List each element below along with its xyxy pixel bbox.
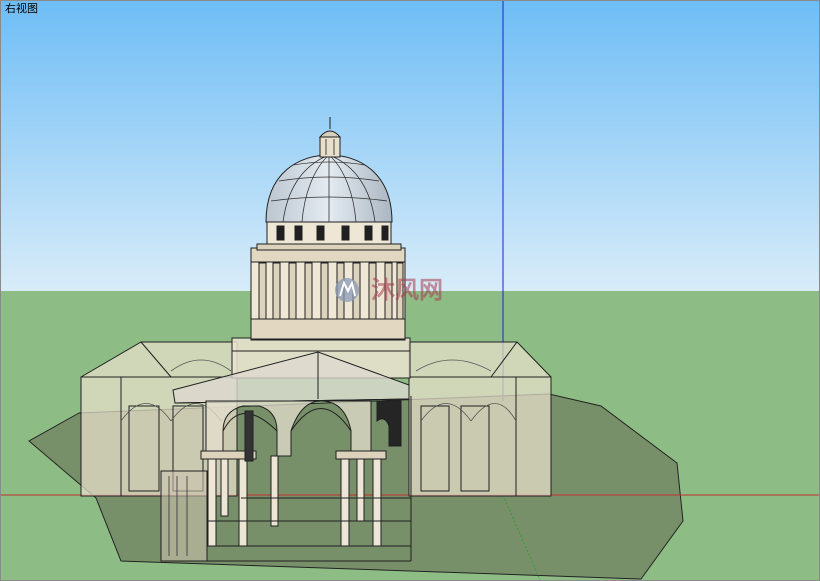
sky (1, 1, 819, 291)
view-label: 右视图 (5, 2, 38, 15)
right-wing[interactable] (408, 341, 552, 497)
scene-canvas[interactable] (1, 1, 820, 581)
3d-viewport[interactable]: 右视图 沐风网 (0, 0, 820, 581)
dome-attic[interactable] (256, 219, 402, 251)
drum-colonnade[interactable] (250, 247, 406, 341)
